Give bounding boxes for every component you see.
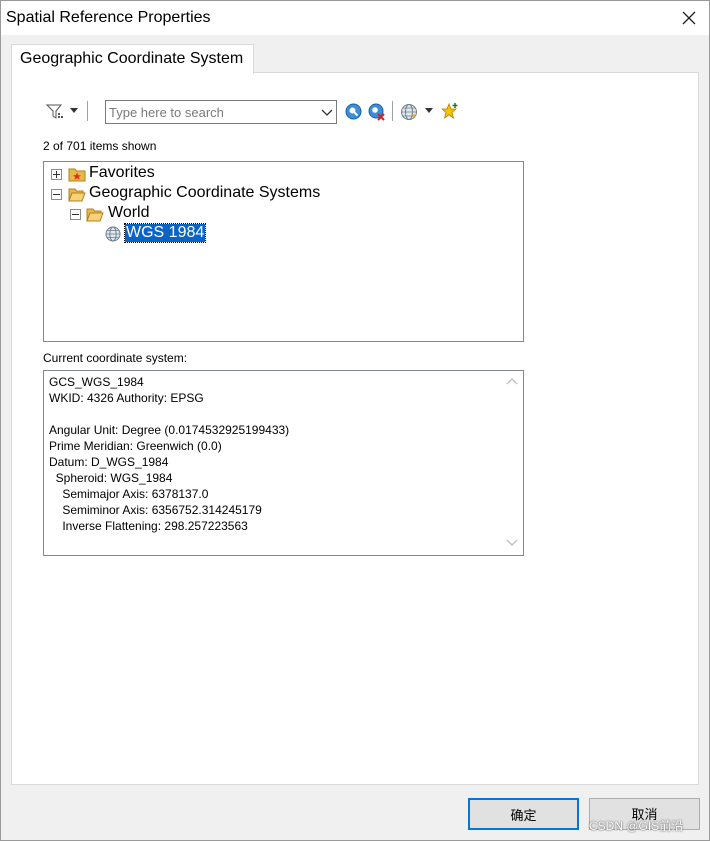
detail-line: Datum: D_WGS_1984 <box>49 455 169 469</box>
search-combobox[interactable] <box>105 100 337 124</box>
tree-item-world[interactable]: World <box>44 204 522 224</box>
detail-line: Angular Unit: Degree (0.0174532925199433… <box>49 423 290 437</box>
spatial-reference-dialog: Spatial Reference Properties Geographic … <box>0 0 710 841</box>
title-bar: Spatial Reference Properties <box>1 1 709 35</box>
window-title: Spatial Reference Properties <box>6 9 211 26</box>
toolbar-separator <box>87 101 88 121</box>
close-icon <box>682 11 696 25</box>
search-icon[interactable] <box>345 103 362 120</box>
tree-item-favorites[interactable]: Favorites <box>44 164 522 184</box>
collapse-icon[interactable] <box>51 189 62 200</box>
add-favorite-icon[interactable] <box>441 102 459 120</box>
detail-line: Semimajor Axis: 6378137.0 <box>49 487 209 501</box>
collapse-icon[interactable] <box>70 209 81 220</box>
chevron-down-icon[interactable] <box>320 104 334 120</box>
detail-line: Inverse Flattening: 298.257223563 <box>49 519 248 533</box>
detail-line: Spheroid: WGS_1984 <box>49 471 173 485</box>
toolbar-separator-2 <box>392 101 393 121</box>
clear-search-icon[interactable] <box>368 103 386 121</box>
tree-label-geographic: Geographic Coordinate Systems <box>89 184 321 201</box>
current-coordinate-system-label: Current coordinate system: <box>43 351 188 365</box>
search-input[interactable] <box>109 102 314 122</box>
open-folder-icon <box>68 188 86 202</box>
tree-item-geographic-coordinate-systems[interactable]: Geographic Coordinate Systems <box>44 184 522 204</box>
tab-geographic-coordinate-system[interactable]: Geographic Coordinate System <box>11 44 254 74</box>
coordinate-details-textbox[interactable]: GCS_WGS_1984 WKID: 4326 Authority: EPSG … <box>43 370 524 556</box>
filter-icon[interactable] <box>45 102 65 122</box>
tab-label: Geographic Coordinate System <box>20 50 244 67</box>
close-button[interactable] <box>677 7 701 29</box>
watermark: CSDN @GIS前沿 <box>589 819 684 833</box>
tree-label-favorites: Favorites <box>89 164 155 181</box>
scroll-up-icon[interactable] <box>506 377 518 385</box>
expand-icon[interactable] <box>51 169 62 180</box>
tree-label-world: World <box>108 204 150 221</box>
detail-line: GCS_WGS_1984 <box>49 375 144 389</box>
detail-line: Prime Meridian: Greenwich (0.0) <box>49 439 222 453</box>
vertical-scrollbar[interactable] <box>501 371 523 555</box>
open-folder-icon <box>86 208 104 222</box>
scroll-down-icon[interactable] <box>506 539 518 547</box>
tree-item-wgs-1984[interactable]: WGS 1984 <box>44 223 522 244</box>
items-count: 2 of 701 items shown <box>43 139 157 153</box>
globe-icon[interactable] <box>400 103 418 121</box>
favorites-folder-icon <box>68 168 86 182</box>
detail-line: Semiminor Axis: 6356752.314245179 <box>49 503 262 517</box>
tree-label-selected: WGS 1984 <box>123 223 207 243</box>
globe-icon <box>105 226 121 242</box>
ok-button[interactable]: 确定 <box>468 798 579 830</box>
filter-dropdown-icon[interactable] <box>69 107 79 115</box>
globe-dropdown-icon[interactable] <box>424 107 434 115</box>
detail-line: WKID: 4326 Authority: EPSG <box>49 391 204 405</box>
coordinate-system-tree[interactable]: Favorites Geographic Coordinate Systems … <box>43 161 524 342</box>
